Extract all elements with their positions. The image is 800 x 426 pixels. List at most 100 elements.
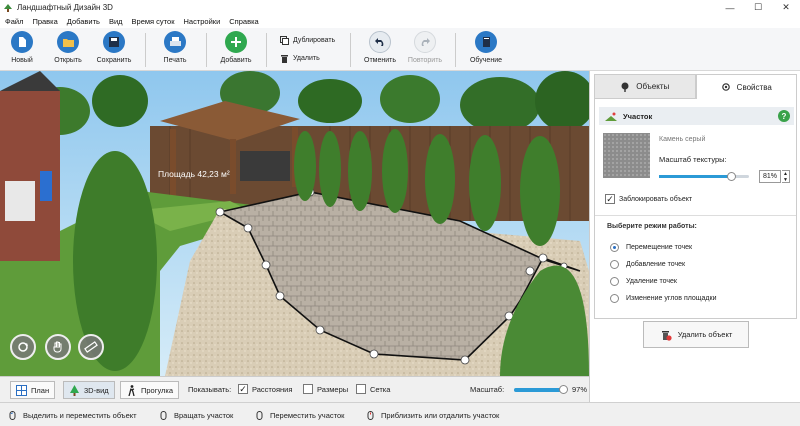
save-button[interactable]: Сохранить: [94, 31, 134, 69]
delete-object-button[interactable]: Удалить объект: [643, 321, 749, 348]
show-label: Показывать:: [188, 385, 232, 394]
print-button[interactable]: Печать: [155, 31, 195, 69]
plan-icon: [16, 384, 27, 396]
scale-label: Масштаб:: [470, 385, 505, 394]
redo-label: Повторить: [407, 57, 443, 64]
tab-objects-label: Объекты: [636, 82, 670, 91]
undo-icon: [369, 31, 391, 53]
walking-person-icon: [128, 384, 135, 396]
3d-view-button[interactable]: 3D-вид: [63, 381, 115, 399]
measure-button[interactable]: [78, 334, 104, 360]
help-icon[interactable]: ?: [778, 110, 790, 122]
add-button[interactable]: Добавить: [216, 31, 256, 69]
plus-icon: [225, 31, 247, 53]
undo-button[interactable]: Отменить: [360, 31, 400, 69]
minimize-button[interactable]: —: [716, 0, 744, 15]
material-name: Камень серый: [659, 136, 706, 143]
undo-label: Отменить: [364, 57, 396, 64]
garden-scene: Площадь 42,23 м²: [0, 71, 589, 376]
scale-slider[interactable]: [514, 385, 569, 394]
status-zoom-hint: Приблизить или отдалить участок: [366, 411, 499, 420]
mouse-middle-icon: [256, 411, 263, 420]
mode-change-angles[interactable]: Изменение углов площадки: [610, 294, 717, 303]
distances-label: Расстояния: [252, 384, 293, 394]
plan-view-button[interactable]: План: [10, 381, 56, 399]
minimize-icon: —: [725, 2, 735, 13]
sizes-checkbox[interactable]: Размеры: [303, 384, 348, 394]
tutorial-button[interactable]: Обучение: [466, 31, 506, 69]
radio-icon: [610, 260, 619, 269]
menu-settings[interactable]: Настройки: [183, 17, 220, 26]
texture-scale-fill: [659, 175, 732, 178]
floppy-disk-icon: [103, 31, 125, 53]
sizes-label: Размеры: [317, 384, 349, 394]
menu-file[interactable]: Файл: [5, 17, 23, 26]
mouse-wheel-icon: [367, 411, 374, 420]
texture-scale-input[interactable]: 81%: [759, 170, 781, 183]
status-rotate-hint: Вращать участок: [159, 411, 233, 420]
checkbox-icon: [303, 384, 313, 394]
texture-scale-slider[interactable]: [659, 172, 749, 181]
open-label: Открыть: [54, 57, 82, 64]
texture-scale-thumb[interactable]: [726, 172, 736, 181]
lock-object-label: Заблокировать объект: [619, 195, 693, 203]
mode-add-points-label: Добавление точек: [626, 261, 686, 268]
delete-trash-icon: [661, 330, 672, 341]
tab-objects[interactable]: Объекты: [594, 74, 696, 99]
menu-edit[interactable]: Правка: [32, 17, 57, 26]
title-bar: Ландшафтный Дизайн 3D: [0, 0, 800, 15]
new-label: Новый: [11, 57, 33, 64]
duplicate-button[interactable]: Дублировать: [280, 36, 335, 45]
radio-icon: [610, 294, 619, 303]
open-button[interactable]: Открыть: [48, 31, 88, 69]
rotate-camera-button[interactable]: [10, 334, 36, 360]
print-label: Печать: [163, 57, 187, 64]
texture-preview[interactable]: [603, 133, 650, 178]
texture-scale-spinner[interactable]: ▲ ▼: [782, 170, 790, 183]
grid-label: Сетка: [370, 384, 391, 394]
mode-add-points[interactable]: Добавление точек: [610, 260, 685, 269]
mode-move-points[interactable]: Перемещение точек: [610, 243, 692, 252]
toolbar-separator: [206, 33, 207, 67]
menu-add[interactable]: Добавить: [67, 17, 100, 26]
rotate-icon: [18, 342, 28, 352]
menu-view[interactable]: Вид: [109, 17, 123, 26]
maximize-button[interactable]: ☐: [744, 0, 772, 15]
close-button[interactable]: ✕: [772, 0, 800, 15]
checkbox-checked-icon: ✓: [605, 193, 615, 204]
delete-button[interactable]: Удалить: [280, 54, 320, 63]
distances-checkbox[interactable]: ✓ Расстояния: [238, 384, 292, 394]
3d-view-label: 3D-вид: [84, 385, 109, 395]
walk-button[interactable]: Прогулка: [120, 381, 180, 399]
new-button[interactable]: Новый: [2, 31, 42, 69]
3d-viewport[interactable]: Площадь 42,23 м²: [0, 71, 589, 376]
plan-label: План: [31, 385, 50, 395]
redo-button[interactable]: Повторить: [405, 31, 445, 69]
section-plot: Участок ?: [599, 107, 794, 125]
divider: [595, 215, 796, 216]
folder-icon: [57, 31, 79, 53]
mode-remove-points[interactable]: Удаление точек: [610, 277, 677, 286]
radio-icon: [610, 277, 619, 286]
grid-checkbox[interactable]: Сетка: [356, 384, 390, 394]
mode-move-points-label: Перемещение точек: [626, 244, 693, 251]
book-icon: [475, 31, 497, 53]
add-label: Добавить: [220, 57, 252, 64]
mouse-left-icon: [9, 411, 16, 420]
hand-icon: [53, 341, 62, 353]
pan-camera-button[interactable]: [45, 334, 71, 360]
panel-tabs: Объекты Свойства: [594, 74, 797, 99]
radio-selected-icon: [610, 243, 619, 252]
lock-object-checkbox[interactable]: ✓ Заблокировать объект: [605, 194, 692, 204]
status-select-text: Выделить и переместить объект: [23, 411, 137, 420]
menu-time-of-day[interactable]: Время суток: [132, 17, 175, 26]
menu-help[interactable]: Справка: [229, 17, 258, 26]
toolbar-separator: [266, 33, 267, 67]
tab-properties-label: Свойства: [736, 82, 772, 92]
mode-remove-points-label: Удаление точек: [626, 278, 677, 285]
close-icon: ✕: [782, 2, 790, 12]
tab-properties[interactable]: Свойства: [695, 74, 797, 99]
walk-label: Прогулка: [141, 385, 174, 395]
new-file-icon: [11, 31, 33, 53]
scale-slider-thumb[interactable]: [559, 385, 569, 394]
